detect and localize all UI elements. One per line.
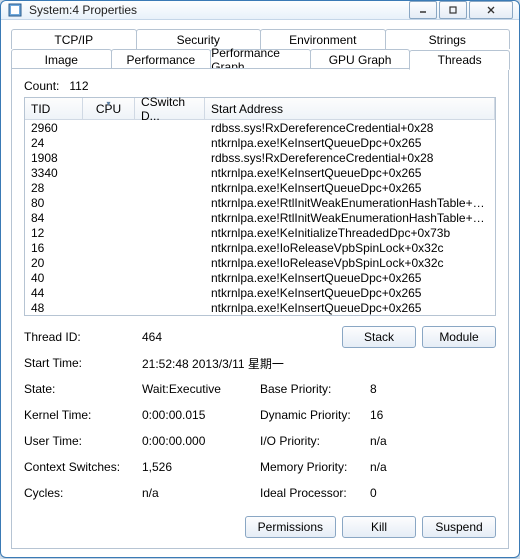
table-row[interactable]: 20 ntkrnlpa.exe!IoReleaseVpbSpinLock+0x32… <box>25 255 495 270</box>
tab-panel: Count: 112 TID ▾CPU CSwitch D... Start A… <box>11 68 509 549</box>
cycles-value: n/a <box>142 486 260 500</box>
col-header-tid[interactable]: TID <box>25 98 83 119</box>
cell-tid: 48 <box>25 301 83 315</box>
io-prio-value: n/a <box>370 434 420 448</box>
list-body[interactable]: 2960 rdbss.sys!RxDereferenceCredential+0x… <box>25 120 495 315</box>
mem-prio-value: n/a <box>370 460 420 474</box>
kernel-time-value: 0:00:00.015 <box>142 408 260 422</box>
close-button[interactable] <box>469 1 513 19</box>
cell-tid: 40 <box>25 271 83 285</box>
kill-button[interactable]: Kill <box>342 516 416 538</box>
state-label: State: <box>24 382 142 396</box>
cell-start-address: ntkrnlpa.exe!KeInsertQueueDpc+0x265 <box>205 136 495 150</box>
table-row[interactable]: 1908 rdbss.sys!RxDereferenceCredential+0x… <box>25 150 495 165</box>
mem-prio-label: Memory Priority: <box>260 460 370 474</box>
permissions-button[interactable]: Permissions <box>245 516 336 538</box>
thread-id-value: 464 <box>142 330 260 344</box>
threads-list: TID ▾CPU CSwitch D... Start Address 2960… <box>24 97 496 316</box>
cell-start-address: rdbss.sys!RxDereferenceCredential+0x28 <box>205 121 495 135</box>
tab-gpu-graph[interactable]: GPU Graph <box>310 49 411 69</box>
cell-start-address: ntkrnlpa.exe!KeInsertQueueDpc+0x265 <box>205 301 495 315</box>
details-panel: Thread ID: 464 Stack Module Start Time: … <box>24 326 496 538</box>
table-row[interactable]: 2960 rdbss.sys!RxDereferenceCredential+0x… <box>25 120 495 135</box>
cycles-label: Cycles: <box>24 486 142 500</box>
table-row[interactable]: 28 ntkrnlpa.exe!KeInsertQueueDpc+0x265 <box>25 180 495 195</box>
tab-image[interactable]: Image <box>11 49 112 69</box>
col-header-cpu[interactable]: ▾CPU <box>83 98 135 119</box>
minimize-button[interactable] <box>409 1 437 19</box>
cell-tid: 20 <box>25 256 83 270</box>
dyn-prio-value: 16 <box>370 408 420 422</box>
threads-content: Count: 112 TID ▾CPU CSwitch D... Start A… <box>12 69 508 548</box>
cell-start-address: ntkrnlpa.exe!KeInsertQueueDpc+0x265 <box>205 286 495 300</box>
tab-performance[interactable]: Performance <box>111 49 212 69</box>
maximize-button[interactable] <box>439 1 467 19</box>
table-row[interactable]: 48 ntkrnlpa.exe!KeInsertQueueDpc+0x265 <box>25 300 495 315</box>
col-header-start-address[interactable]: Start Address <box>205 98 495 119</box>
table-row[interactable]: 24 ntkrnlpa.exe!KeInsertQueueDpc+0x265 <box>25 135 495 150</box>
list-header: TID ▾CPU CSwitch D... Start Address <box>25 98 495 120</box>
cell-tid: 84 <box>25 211 83 225</box>
tab-threads[interactable]: Threads <box>409 50 510 70</box>
dyn-prio-label: Dynamic Priority: <box>260 408 370 422</box>
window-title: System:4 Properties <box>29 3 407 17</box>
table-row[interactable]: 44 ntkrnlpa.exe!KeInsertQueueDpc+0x265 <box>25 285 495 300</box>
cell-start-address: ntkrnlpa.exe!IoReleaseVpbSpinLock+0x32c <box>205 241 495 255</box>
cell-tid: 80 <box>25 196 83 210</box>
cell-tid: 1908 <box>25 151 83 165</box>
cell-tid: 3340 <box>25 166 83 180</box>
suspend-button[interactable]: Suspend <box>422 516 496 538</box>
client-area: TCP/IP Security Environment Strings Imag… <box>1 20 519 559</box>
io-prio-label: I/O Priority: <box>260 434 370 448</box>
cell-start-address: ntkrnlpa.exe!RtlInitWeakEnumerationHashT… <box>205 196 495 210</box>
ideal-label: Ideal Processor: <box>260 486 370 500</box>
cell-start-address: ntkrnlpa.exe!KeInitializeThreadedDpc+0x7… <box>205 226 495 240</box>
base-prio-value: 8 <box>370 382 420 396</box>
cell-tid: 24 <box>25 136 83 150</box>
properties-window: System:4 Properties TCP/IP Security Envi… <box>0 0 520 558</box>
thread-id-label: Thread ID: <box>24 330 142 344</box>
tab-tcpip[interactable]: TCP/IP <box>11 29 137 49</box>
count-label: Count: <box>24 79 59 93</box>
app-icon <box>7 2 23 18</box>
titlebar[interactable]: System:4 Properties <box>1 1 519 20</box>
cell-tid: 28 <box>25 181 83 195</box>
bottom-button-row: Permissions Kill Suspend <box>24 516 496 538</box>
table-row[interactable]: 40 ntkrnlpa.exe!KeInsertQueueDpc+0x265 <box>25 270 495 285</box>
ctx-value: 1,526 <box>142 460 260 474</box>
sort-desc-icon: ▾ <box>106 99 110 108</box>
ctx-label: Context Switches: <box>24 460 142 474</box>
cell-tid: 44 <box>25 286 83 300</box>
user-time-value: 0:00:00.000 <box>142 434 260 448</box>
base-prio-label: Base Priority: <box>260 382 370 396</box>
tabs-row-2: Image Performance Performance Graph GPU … <box>11 49 509 69</box>
stack-button[interactable]: Stack <box>342 326 416 348</box>
table-row[interactable]: 16 ntkrnlpa.exe!IoReleaseVpbSpinLock+0x32… <box>25 240 495 255</box>
start-time-label: Start Time: <box>24 356 142 370</box>
table-row[interactable]: 84 ntkrnlpa.exe!RtlInitWeakEnumerationHas… <box>25 210 495 225</box>
kernel-time-label: Kernel Time: <box>24 408 142 422</box>
start-time-value: 21:52:48 2013/3/11 星期一 <box>142 355 284 372</box>
state-value: Wait:Executive <box>142 382 260 396</box>
cell-start-address: ntkrnlpa.exe!IoReleaseVpbSpinLock+0x32c <box>205 256 495 270</box>
table-row[interactable]: 3340 ntkrnlpa.exe!KeInsertQueueDpc+0x265 <box>25 165 495 180</box>
ideal-value: 0 <box>370 486 420 500</box>
count-value: 112 <box>69 79 88 93</box>
col-header-cswitch[interactable]: CSwitch D... <box>135 98 205 119</box>
table-row[interactable]: 12 ntkrnlpa.exe!KeInitializeThreadedDpc+0… <box>25 225 495 240</box>
count-row: Count: 112 <box>24 79 496 93</box>
cell-start-address: ntkrnlpa.exe!KeInsertQueueDpc+0x265 <box>205 166 495 180</box>
tab-performance-graph[interactable]: Performance Graph <box>210 49 311 69</box>
table-row[interactable]: 80 ntkrnlpa.exe!RtlInitWeakEnumerationHas… <box>25 195 495 210</box>
cell-tid: 2960 <box>25 121 83 135</box>
cell-start-address: ntkrnlpa.exe!KeInsertQueueDpc+0x265 <box>205 271 495 285</box>
tab-strings[interactable]: Strings <box>385 29 511 49</box>
module-button[interactable]: Module <box>422 326 496 348</box>
cell-start-address: ntkrnlpa.exe!RtlInitWeakEnumerationHashT… <box>205 211 495 225</box>
cell-start-address: ntkrnlpa.exe!KeInsertQueueDpc+0x265 <box>205 181 495 195</box>
user-time-label: User Time: <box>24 434 142 448</box>
cell-start-address: rdbss.sys!RxDereferenceCredential+0x28 <box>205 151 495 165</box>
cell-tid: 12 <box>25 226 83 240</box>
cell-tid: 16 <box>25 241 83 255</box>
